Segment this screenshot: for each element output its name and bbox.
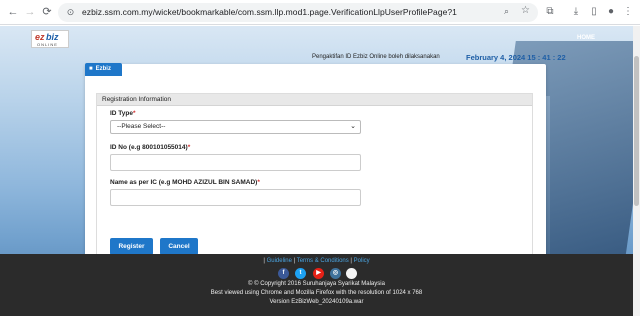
logo-subtext: ONLINE xyxy=(37,42,58,47)
id-no-label: ID No (e.g 800101055014)* xyxy=(110,144,191,151)
extensions-icon[interactable]: ⧉ xyxy=(543,5,557,19)
id-type-select[interactable]: --Please Select-- ⌄ xyxy=(110,120,361,134)
footer: | Guideline | Terms & Conditions | Polic… xyxy=(0,254,633,316)
other-icon[interactable] xyxy=(346,268,357,279)
cancel-button[interactable]: Cancel xyxy=(160,238,198,255)
download-icon[interactable]: ⤓ xyxy=(569,5,583,19)
copyright-text: © © Copyright 2016 Suruhanjaya Syarikat … xyxy=(248,281,385,287)
profile-icon[interactable]: ● xyxy=(604,5,618,19)
scrollbar-thumb[interactable] xyxy=(634,56,639,206)
menu-icon[interactable]: ⋮ xyxy=(621,5,635,19)
id-type-selected: --Please Select-- xyxy=(117,123,166,130)
terms-link[interactable]: Terms & Conditions xyxy=(297,258,349,264)
scrollbar[interactable] xyxy=(633,26,640,316)
ezbiz-logo[interactable]: ez biz ONLINE xyxy=(31,30,69,48)
youtube-icon[interactable]: ▶ xyxy=(313,268,324,279)
ezbiz-tab: ■ Ezbiz xyxy=(85,63,122,76)
name-label: Name as per IC (e.g MOHD AZIZUL BIN SAMA… xyxy=(110,179,260,186)
address-bar[interactable]: ⊙ ezbiz.ssm.com.my/wicket/bookmarkable/c… xyxy=(58,3,538,22)
version-text: Version EzBizWeb_20240109a.war xyxy=(269,299,364,305)
registration-card: ■ Ezbiz Registration Information ID Type*… xyxy=(85,63,546,266)
url-text[interactable]: ezbiz.ssm.com.my/wicket/bookmarkable/com… xyxy=(82,7,457,17)
bookmark-star-icon[interactable]: ☆ xyxy=(521,5,530,16)
bookmark-icon: ■ xyxy=(89,66,93,72)
policy-link[interactable]: Policy xyxy=(354,258,370,264)
twitter-icon[interactable]: t xyxy=(295,268,306,279)
instagram-icon[interactable]: ◎ xyxy=(330,268,341,279)
logo-text: biz xyxy=(46,32,59,42)
back-icon[interactable]: ← xyxy=(6,5,20,19)
reload-icon[interactable]: ⟳ xyxy=(40,5,54,19)
name-input[interactable] xyxy=(110,189,361,206)
site-info-icon[interactable]: ⊙ xyxy=(64,6,77,19)
forward-icon[interactable]: → xyxy=(23,5,37,19)
id-type-label: ID Type* xyxy=(110,110,136,117)
panel-title: Registration Information xyxy=(97,94,532,106)
register-button[interactable]: Register xyxy=(110,238,153,255)
browser-toolbar: ← → ⟳ ⊙ ezbiz.ssm.com.my/wicket/bookmark… xyxy=(0,0,640,25)
current-datetime: February 4, 2024 15 : 41 : 22 xyxy=(466,53,566,62)
logo-text: ez xyxy=(35,32,45,42)
facebook-icon[interactable]: f xyxy=(278,268,289,279)
zoom-icon[interactable]: ⌕ xyxy=(504,6,509,17)
chevron-down-icon: ⌄ xyxy=(350,123,356,130)
home-link[interactable]: HOME xyxy=(577,35,595,41)
best-viewed-text: Best viewed using Chrome and Mozilla Fir… xyxy=(210,290,423,296)
activation-notice: Pengaktifan ID Ezbiz Online boleh dilaks… xyxy=(312,54,440,60)
tab-label: Ezbiz xyxy=(95,66,111,72)
guideline-link[interactable]: Guideline xyxy=(267,258,292,264)
id-no-input[interactable] xyxy=(110,154,361,171)
sidebar-icon[interactable]: ▯ xyxy=(587,5,601,19)
footer-links: | Guideline | Terms & Conditions | Polic… xyxy=(263,258,370,264)
